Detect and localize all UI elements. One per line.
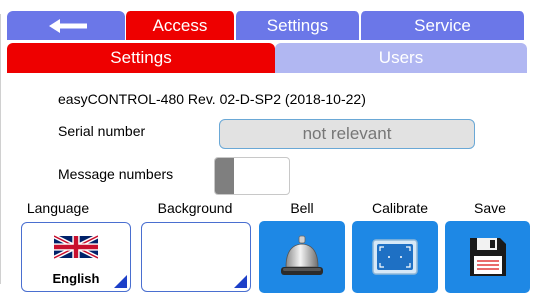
back-arrow-icon bbox=[49, 19, 87, 33]
uk-flag-icon bbox=[54, 234, 98, 260]
background-label: Background bbox=[157, 200, 233, 216]
calibrate-button[interactable] bbox=[352, 221, 438, 293]
background-button[interactable] bbox=[141, 222, 251, 292]
left-edge-divider bbox=[0, 14, 1, 284]
language-button[interactable]: English bbox=[21, 222, 131, 292]
bell-button[interactable] bbox=[259, 221, 345, 293]
tab-service-label: Service bbox=[414, 15, 471, 35]
serial-number-field: not relevant bbox=[219, 119, 475, 149]
tab-settings[interactable]: Settings bbox=[235, 11, 360, 40]
dropdown-corner-icon bbox=[114, 275, 127, 288]
subtab-settings[interactable]: Settings bbox=[7, 43, 275, 73]
save-label: Save bbox=[474, 200, 506, 216]
device-info: easyCONTROL-480 Rev. 02-D-SP2 (2018-10-2… bbox=[58, 91, 366, 107]
tab-service[interactable]: Service bbox=[360, 11, 525, 40]
tab-access[interactable]: Access bbox=[125, 11, 235, 40]
subtab-users[interactable]: Users bbox=[275, 43, 527, 73]
tab-access-label: Access bbox=[152, 15, 208, 35]
back-button[interactable] bbox=[7, 11, 125, 40]
save-button[interactable] bbox=[445, 221, 530, 293]
serial-number-value: not relevant bbox=[302, 124, 392, 143]
message-numbers-label: Message numbers bbox=[58, 166, 174, 182]
bell-icon bbox=[281, 235, 323, 275]
floppy-disk-icon bbox=[470, 238, 506, 276]
calibrate-screen-icon bbox=[372, 239, 418, 275]
message-numbers-toggle[interactable] bbox=[214, 157, 290, 195]
calibrate-label: Calibrate bbox=[371, 200, 429, 216]
toggle-knob bbox=[215, 158, 234, 194]
dropdown-corner-icon bbox=[234, 275, 247, 288]
language-label: Language bbox=[26, 200, 90, 216]
bell-label: Bell bbox=[290, 200, 314, 216]
subtab-settings-label: Settings bbox=[110, 48, 172, 67]
subtab-users-label: Users bbox=[378, 48, 424, 67]
serial-number-label: Serial number bbox=[58, 123, 146, 139]
tab-settings-label: Settings bbox=[266, 15, 329, 35]
